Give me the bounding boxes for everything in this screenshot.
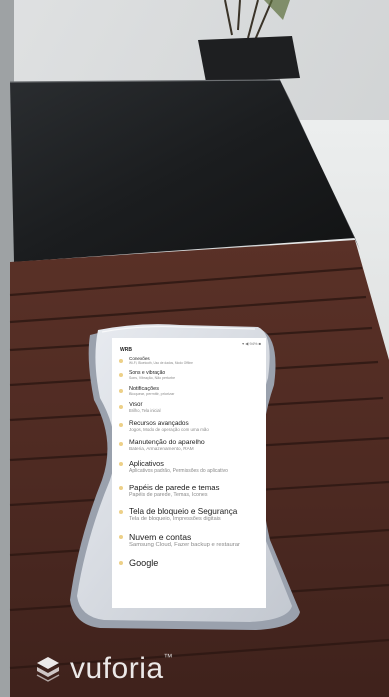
settings-item-title: Nuvem e contas [129,531,192,542]
settings-item-icon [119,422,123,427]
vuforia-logo: vuforia™ [36,652,173,686]
settings-item-title: Manutenção do aparelho [129,438,205,446]
settings-item-icon [119,509,123,514]
settings-item[interactable]: Papéis de parede e temas Papéis de parede… [114,483,264,498]
settings-list: Conexões Wi-Fi, Bluetooth, Uso de dados, … [114,356,264,568]
settings-item-text: Google [129,558,258,568]
settings-item-subtitle: Wi-Fi, Bluetooth, Uso de dados, Modo Off… [129,361,193,365]
vuforia-logo-text: vuforia™ [70,652,174,685]
settings-item[interactable]: Tela de bloqueio e Segurança Tela de bloq… [114,507,264,522]
settings-item-icon [119,373,123,377]
settings-item-icon [119,359,123,363]
settings-item-title: Recursos avançados [129,419,189,427]
settings-item-text: Visor Brilho, Tela inicial [129,402,258,413]
settings-item-text: Recursos avançados Jogos, Modo de operaçã… [129,420,258,432]
settings-item-icon [119,560,123,565]
settings-item-title: Papéis de parede e temas [129,482,220,492]
settings-item-icon [119,534,123,539]
settings-item-subtitle: Jogos, Modo de operação com uma mão [129,426,209,432]
settings-item[interactable]: Notificações Bloquear, permitir, prioriza… [114,386,264,396]
settings-item[interactable]: Visor Brilho, Tela inicial [114,402,264,413]
settings-item-subtitle: Papéis de parede, Temas, Ícones [129,491,208,498]
settings-item-icon [119,404,123,409]
settings-item-icon [119,485,123,490]
phone-settings-screen: ▾ ◀ 94% ■ WRB Conexões Wi-Fi, Bluetooth, … [114,340,264,605]
settings-item[interactable]: Conexões Wi-Fi, Bluetooth, Uso de dados, … [114,356,264,365]
settings-item[interactable]: Recursos avançados Jogos, Modo de operaçã… [114,420,264,432]
settings-item-icon [119,388,123,393]
settings-item[interactable]: Sons e vibração Sons, Vibração, Não pertu… [114,370,264,380]
settings-item-text: Notificações Bloquear, permitir, prioriza… [129,386,258,396]
settings-item-subtitle: Bloquear, permitir, priorizar [129,391,175,396]
settings-item-subtitle: Samsung Cloud, Fazer backup e restaurar [129,541,240,548]
settings-item-text: Manutenção do aparelho Bateria, Armazenam… [129,439,258,451]
settings-item-subtitle: Bateria, Armazenamento, RAM [129,445,194,451]
settings-item[interactable]: Manutenção do aparelho Bateria, Armazenam… [114,439,264,451]
settings-item-text: Papéis de parede e temas Papéis de parede… [129,483,258,498]
settings-item-text: Conexões Wi-Fi, Bluetooth, Uso de dados, … [129,356,258,365]
settings-item-title: Aplicativos [129,458,164,468]
settings-item-subtitle: Aplicativos padrão, Permissões do aplica… [129,467,228,474]
vuforia-logo-icon [36,657,60,682]
settings-item-title: Tela de bloqueio e Segurança [129,506,238,516]
settings-item[interactable]: Google [114,558,264,568]
settings-item-icon [119,441,123,446]
settings-item-subtitle: Tela de bloqueio, Impressões digitais [129,515,221,522]
settings-item-text: Nuvem e contas Samsung Cloud, Fazer backu… [129,532,258,548]
settings-item-title: Google [129,557,159,568]
settings-item-text: Sons e vibração Sons, Vibração, Não pertu… [129,370,258,380]
status-bar: ▾ ◀ 94% ■ [242,341,261,346]
settings-item-text: Tela de bloqueio e Segurança Tela de bloq… [129,507,258,522]
settings-item-icon [119,461,123,466]
settings-item[interactable]: Nuvem e contas Samsung Cloud, Fazer backu… [114,532,264,548]
settings-item[interactable]: Aplicativos Aplicativos padrão, Permissõe… [114,459,264,474]
settings-item-text: Aplicativos Aplicativos padrão, Permissõe… [129,459,258,474]
screen-title: WRB [120,347,132,353]
settings-item-subtitle: Brilho, Tela inicial [129,407,161,413]
settings-item-subtitle: Sons, Vibração, Não perturbe [129,376,176,380]
